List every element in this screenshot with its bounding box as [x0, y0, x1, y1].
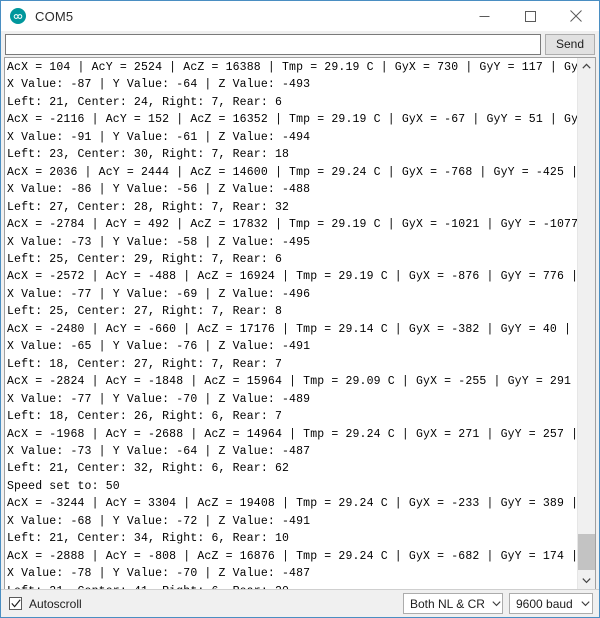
arduino-logo-icon — [10, 8, 26, 24]
baud-rate-select[interactable]: 9600 baud — [509, 593, 593, 614]
window-controls — [461, 1, 599, 31]
console-line: Left: 27, Center: 28, Right: 7, Rear: 32 — [7, 200, 290, 214]
line-ending-select[interactable]: Both NL & CR — [403, 593, 503, 614]
console-line: X Value: -77 | Y Value: -70 | Z Value: -… — [7, 392, 311, 406]
autoscroll-label: Autoscroll — [29, 596, 82, 611]
console-line: X Value: -91 | Y Value: -61 | Z Value: -… — [7, 130, 311, 144]
console-line: Left: 21, Center: 32, Right: 6, Rear: 62 — [7, 462, 290, 476]
console-line: AcX = -2480 | AcY = -660 | AcZ = 17176 |… — [7, 322, 572, 336]
chevron-down-icon[interactable] — [491, 600, 502, 607]
console-line: X Value: -86 | Y Value: -56 | Z Value: -… — [7, 183, 311, 197]
console-line: AcX = -2824 | AcY = -1848 | AcZ = 15964 … — [7, 375, 572, 389]
console-scrollbar[interactable] — [577, 58, 595, 589]
maximize-icon[interactable] — [507, 1, 553, 31]
baud-rate-value: 9600 baud — [516, 596, 573, 611]
window-title: COM5 — [35, 8, 74, 24]
console-line: Left: 23, Center: 30, Right: 7, Rear: 18 — [7, 148, 290, 162]
close-icon[interactable] — [553, 1, 599, 31]
chevron-down-icon[interactable] — [579, 600, 592, 607]
console-line: AcX = -2116 | AcY = 152 | AcZ = 16352 | … — [7, 113, 577, 127]
console-line: X Value: -78 | Y Value: -70 | Z Value: -… — [7, 567, 311, 581]
console-line: AcX = -1968 | AcY = -2688 | AcZ = 14964 … — [7, 427, 577, 441]
console-area: AcX = 104 | AcY = 2524 | AcZ = 16388 | T… — [4, 57, 596, 589]
console-line: Speed set to: 50 — [7, 479, 120, 493]
console-line: Left: 25, Center: 27, Right: 7, Rear: 8 — [7, 305, 282, 319]
console-line: Left: 25, Center: 29, Right: 7, Rear: 6 — [7, 252, 282, 266]
autoscroll-checkbox[interactable] — [9, 597, 22, 610]
chevron-down-icon[interactable] — [578, 572, 595, 589]
console-line: Left: 21, Center: 24, Right: 7, Rear: 6 — [7, 95, 282, 109]
console-line: X Value: -77 | Y Value: -69 | Z Value: -… — [7, 287, 311, 301]
command-row: Send — [1, 31, 599, 57]
console-line: AcX = -2572 | AcY = -488 | AcZ = 16924 |… — [7, 270, 577, 284]
console-line: X Value: -65 | Y Value: -76 | Z Value: -… — [7, 340, 311, 354]
scrollbar-track[interactable] — [578, 75, 595, 572]
autoscroll-toggle[interactable]: Autoscroll — [9, 597, 82, 611]
console-line: Left: 21, Center: 41, Right: 6, Rear: 20 — [7, 583, 577, 589]
send-message-input[interactable] — [5, 33, 541, 55]
send-button[interactable]: Send — [545, 33, 595, 55]
console-line: X Value: -73 | Y Value: -58 | Z Value: -… — [7, 235, 311, 249]
minimize-icon[interactable] — [461, 1, 507, 31]
line-ending-value: Both NL & CR — [410, 596, 485, 611]
chevron-up-icon[interactable] — [578, 58, 595, 75]
console-line: AcX = -2784 | AcY = 492 | AcZ = 17832 | … — [7, 218, 577, 232]
status-bar: Autoscroll Both NL & CR 9600 baud — [1, 589, 599, 617]
console-line: X Value: -87 | Y Value: -64 | Z Value: -… — [7, 78, 311, 92]
console-line: AcX = 2036 | AcY = 2444 | AcZ = 14600 | … — [7, 165, 577, 179]
console-line: AcX = -3244 | AcY = 3304 | AcZ = 19408 |… — [7, 497, 577, 511]
title-bar: COM5 — [1, 1, 599, 31]
console-line: X Value: -73 | Y Value: -64 | Z Value: -… — [7, 444, 311, 458]
console-line: Left: 21, Center: 34, Right: 6, Rear: 10 — [7, 532, 290, 546]
console-line: Left: 18, Center: 27, Right: 7, Rear: 7 — [7, 357, 282, 371]
console-line: AcX = -2888 | AcY = -808 | AcZ = 16876 |… — [7, 549, 577, 563]
serial-monitor-window: COM5 Send AcX = 104 | AcY = 2524 | AcZ =… — [0, 0, 600, 618]
console-line: X Value: -68 | Y Value: -72 | Z Value: -… — [7, 514, 311, 528]
serial-output[interactable]: AcX = 104 | AcY = 2524 | AcZ = 16388 | T… — [5, 58, 577, 589]
console-line: Left: 18, Center: 26, Right: 6, Rear: 7 — [7, 410, 282, 424]
scrollbar-thumb[interactable] — [578, 534, 595, 570]
console-line: AcX = 104 | AcY = 2524 | AcZ = 16388 | T… — [7, 61, 577, 74]
